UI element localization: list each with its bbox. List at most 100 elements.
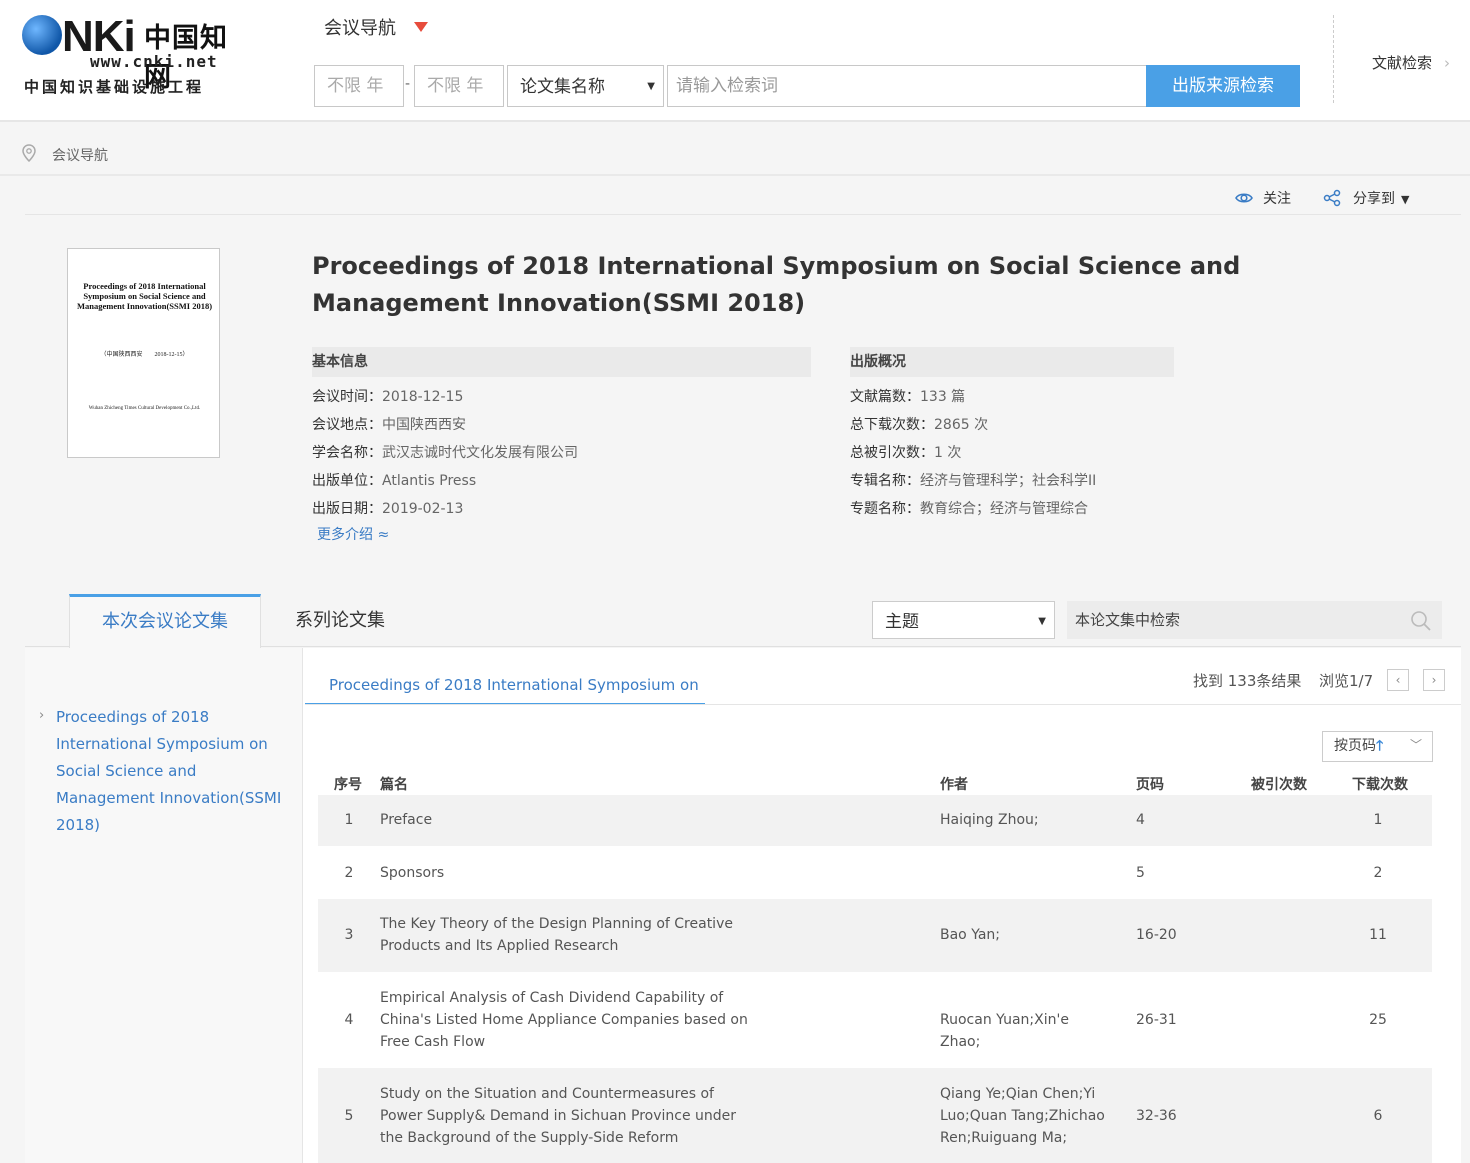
row-number: 4 (344, 1012, 354, 1028)
row-title[interactable]: Study on the Situation and Countermeasur… (380, 1083, 760, 1149)
header-divider (1333, 15, 1334, 103)
info-row: 出版单位：Atlantis Press (312, 467, 811, 495)
row-downloads: 25 (1369, 1012, 1387, 1028)
table-row[interactable]: 3 The Key Theory of the Design Planning … (318, 899, 1432, 972)
publish-overview-heading: 出版概况 (850, 347, 1174, 377)
year-from-input[interactable]: 不限 年 (314, 65, 404, 107)
row-number: 1 (344, 812, 354, 828)
more-intro-label: 更多介绍 (317, 527, 373, 543)
search-input[interactable]: 请输入检索词 (667, 65, 1147, 107)
select-arrow-icon: ▼ (647, 81, 655, 92)
proceedings-sidebar: › Proceedings of 2018 International Symp… (25, 648, 303, 1163)
cover-meta: （中国陕西西安 2018-12-15） (100, 352, 189, 358)
info-value: 中国陕西西安 (382, 417, 466, 433)
basic-info-heading-label: 基本信息 (312, 354, 368, 370)
row-downloads: 6 (1373, 1108, 1383, 1124)
tab-proceeding-volume[interactable]: Proceedings of 2018 International Sympos… (305, 648, 705, 705)
info-value: 2019-02-13 (382, 501, 464, 517)
info-key: 总被引次数： (850, 445, 934, 461)
location-pin-icon (22, 144, 36, 162)
row-authors[interactable]: Qiang Ye;Qian Chen;Yi Luo;Quan Tang;Zhic… (940, 1083, 1110, 1149)
search-field-value: 主题 (885, 612, 919, 632)
row-title[interactable]: Empirical Analysis of Cash Dividend Capa… (380, 987, 760, 1053)
cover-publisher: Wuhan Zhicheng Times Cultural Developmen… (88, 406, 201, 411)
col-downloads[interactable]: 下载次数 (1352, 774, 1408, 794)
doc-search-link[interactable]: 文献检索 › (1372, 52, 1450, 73)
row-title[interactable]: Preface (380, 809, 760, 831)
chevron-right-icon: › (39, 708, 45, 723)
nav-title: 会议导航 (324, 18, 396, 39)
info-row: 会议时间：2018-12-15 (312, 383, 811, 411)
divider (25, 214, 1461, 215)
cnki-logo[interactable]: NKi 中国知网 www.cnki.net 中国知识基础设施工程 (22, 12, 252, 98)
select-arrow-icon: ▼ (1038, 616, 1046, 627)
sort-select[interactable]: 按页码🡑 ﹀ (1322, 731, 1433, 762)
info-key: 总下载次数： (850, 417, 934, 433)
share-button[interactable]: 分享到 ▼ (1323, 188, 1409, 208)
info-key: 文献篇数： (850, 389, 920, 405)
inner-search-input[interactable]: 本论文集中检索 (1067, 601, 1442, 639)
row-pages: 16-20 (1136, 927, 1177, 943)
sort-label: 按页码 (1334, 738, 1376, 754)
table-row[interactable]: 5 Study on the Situation and Countermeas… (318, 1068, 1432, 1163)
share-label: 分享到 (1353, 191, 1395, 207)
publish-overview-list: 文献篇数：133 篇 总下载次数：2865 次 总被引次数：1 次 专辑名称：经… (850, 383, 1250, 523)
col-pages[interactable]: 页码 (1136, 774, 1164, 794)
prev-page-button[interactable]: ‹ (1387, 669, 1409, 691)
main-panel: 关注 分享到 ▼ Proceedings of 2018 Internationa… (25, 178, 1461, 1163)
row-pages: 4 (1136, 812, 1145, 828)
info-value: 2018-12-15 (382, 389, 464, 405)
row-authors[interactable]: Ruocan Yuan;Xin'e Zhao; (940, 1009, 1110, 1053)
source-search-button[interactable]: 出版来源检索 (1146, 65, 1300, 107)
row-title[interactable]: Sponsors (380, 862, 760, 884)
row-title[interactable]: The Key Theory of the Design Planning of… (380, 913, 760, 957)
info-row: 专题名称：教育综合；经济与管理综合 (850, 495, 1250, 523)
next-page-button[interactable]: › (1423, 669, 1445, 691)
nav-dropdown[interactable]: 会议导航 (324, 14, 428, 40)
info-key: 专辑名称： (850, 473, 920, 489)
proceeding-title: Proceedings of 2018 International Sympos… (312, 252, 1241, 317)
row-number: 5 (344, 1108, 354, 1124)
basic-info-heading: 基本信息 (312, 347, 811, 377)
info-value: 教育综合；经济与管理综合 (920, 501, 1088, 517)
year-to-input[interactable]: 不限 年 (414, 65, 504, 107)
inner-search-placeholder: 本论文集中检索 (1075, 611, 1181, 629)
search-field-select[interactable]: 主题 ▼ (872, 601, 1055, 639)
chevron-right-icon: › (1444, 54, 1451, 72)
table-row[interactable]: 2 Sponsors 5 2 (318, 846, 1432, 899)
share-icon (1323, 189, 1341, 207)
info-row: 专辑名称：经济与管理科学；社会科学II (850, 467, 1250, 495)
info-row: 总下载次数：2865 次 (850, 411, 1250, 439)
result-count: 找到 133条结果 (1193, 672, 1302, 690)
results-area: › Proceedings of 2018 International Symp… (25, 648, 1461, 1163)
info-row: 文献篇数：133 篇 (850, 383, 1250, 411)
tab-current-proceedings[interactable]: 本次会议论文集 (69, 594, 261, 648)
table-row[interactable]: 1 Preface Haiqing Zhou; 4 1 (318, 795, 1432, 846)
row-authors[interactable]: Haiqing Zhou; (940, 809, 1110, 831)
row-authors[interactable]: Bao Yan; (940, 924, 1110, 946)
more-intro-link[interactable]: 更多介绍 ≈ (317, 524, 389, 544)
triangle-down-icon (414, 22, 428, 32)
search-icon[interactable] (1410, 610, 1432, 632)
field-select-value: 论文集名称 (520, 77, 605, 97)
field-select[interactable]: 论文集名称 ▼ (507, 65, 664, 107)
table-row[interactable]: 4 Empirical Analysis of Cash Dividend Ca… (318, 972, 1432, 1068)
follow-label: 关注 (1263, 191, 1291, 207)
year-separator: - (405, 76, 411, 92)
col-cited[interactable]: 被引次数 (1251, 774, 1307, 794)
breadcrumb-item[interactable]: 会议导航 (52, 145, 108, 165)
sidebar-item-proceeding[interactable]: Proceedings of 2018 International Sympos… (56, 704, 296, 839)
top-header: NKi 中国知网 www.cnki.net 中国知识基础设施工程 会议导航 不限… (0, 0, 1470, 122)
info-row: 总被引次数：1 次 (850, 439, 1250, 467)
globe-icon (22, 15, 62, 55)
follow-button[interactable]: 关注 (1235, 188, 1291, 208)
proceeding-cover: Proceedings of 2018 International Sympos… (67, 248, 220, 458)
tab-series-proceedings[interactable]: 系列论文集 (295, 606, 385, 632)
info-value: 133 篇 (920, 389, 966, 405)
row-downloads: 1 (1373, 812, 1383, 828)
page-indicator: 浏览1/7 (1319, 672, 1374, 690)
chevron-left-icon: ‹ (1395, 673, 1401, 687)
row-pages: 5 (1136, 865, 1145, 881)
triangle-down-icon: ▼ (1401, 193, 1410, 206)
row-number: 3 (344, 927, 354, 943)
